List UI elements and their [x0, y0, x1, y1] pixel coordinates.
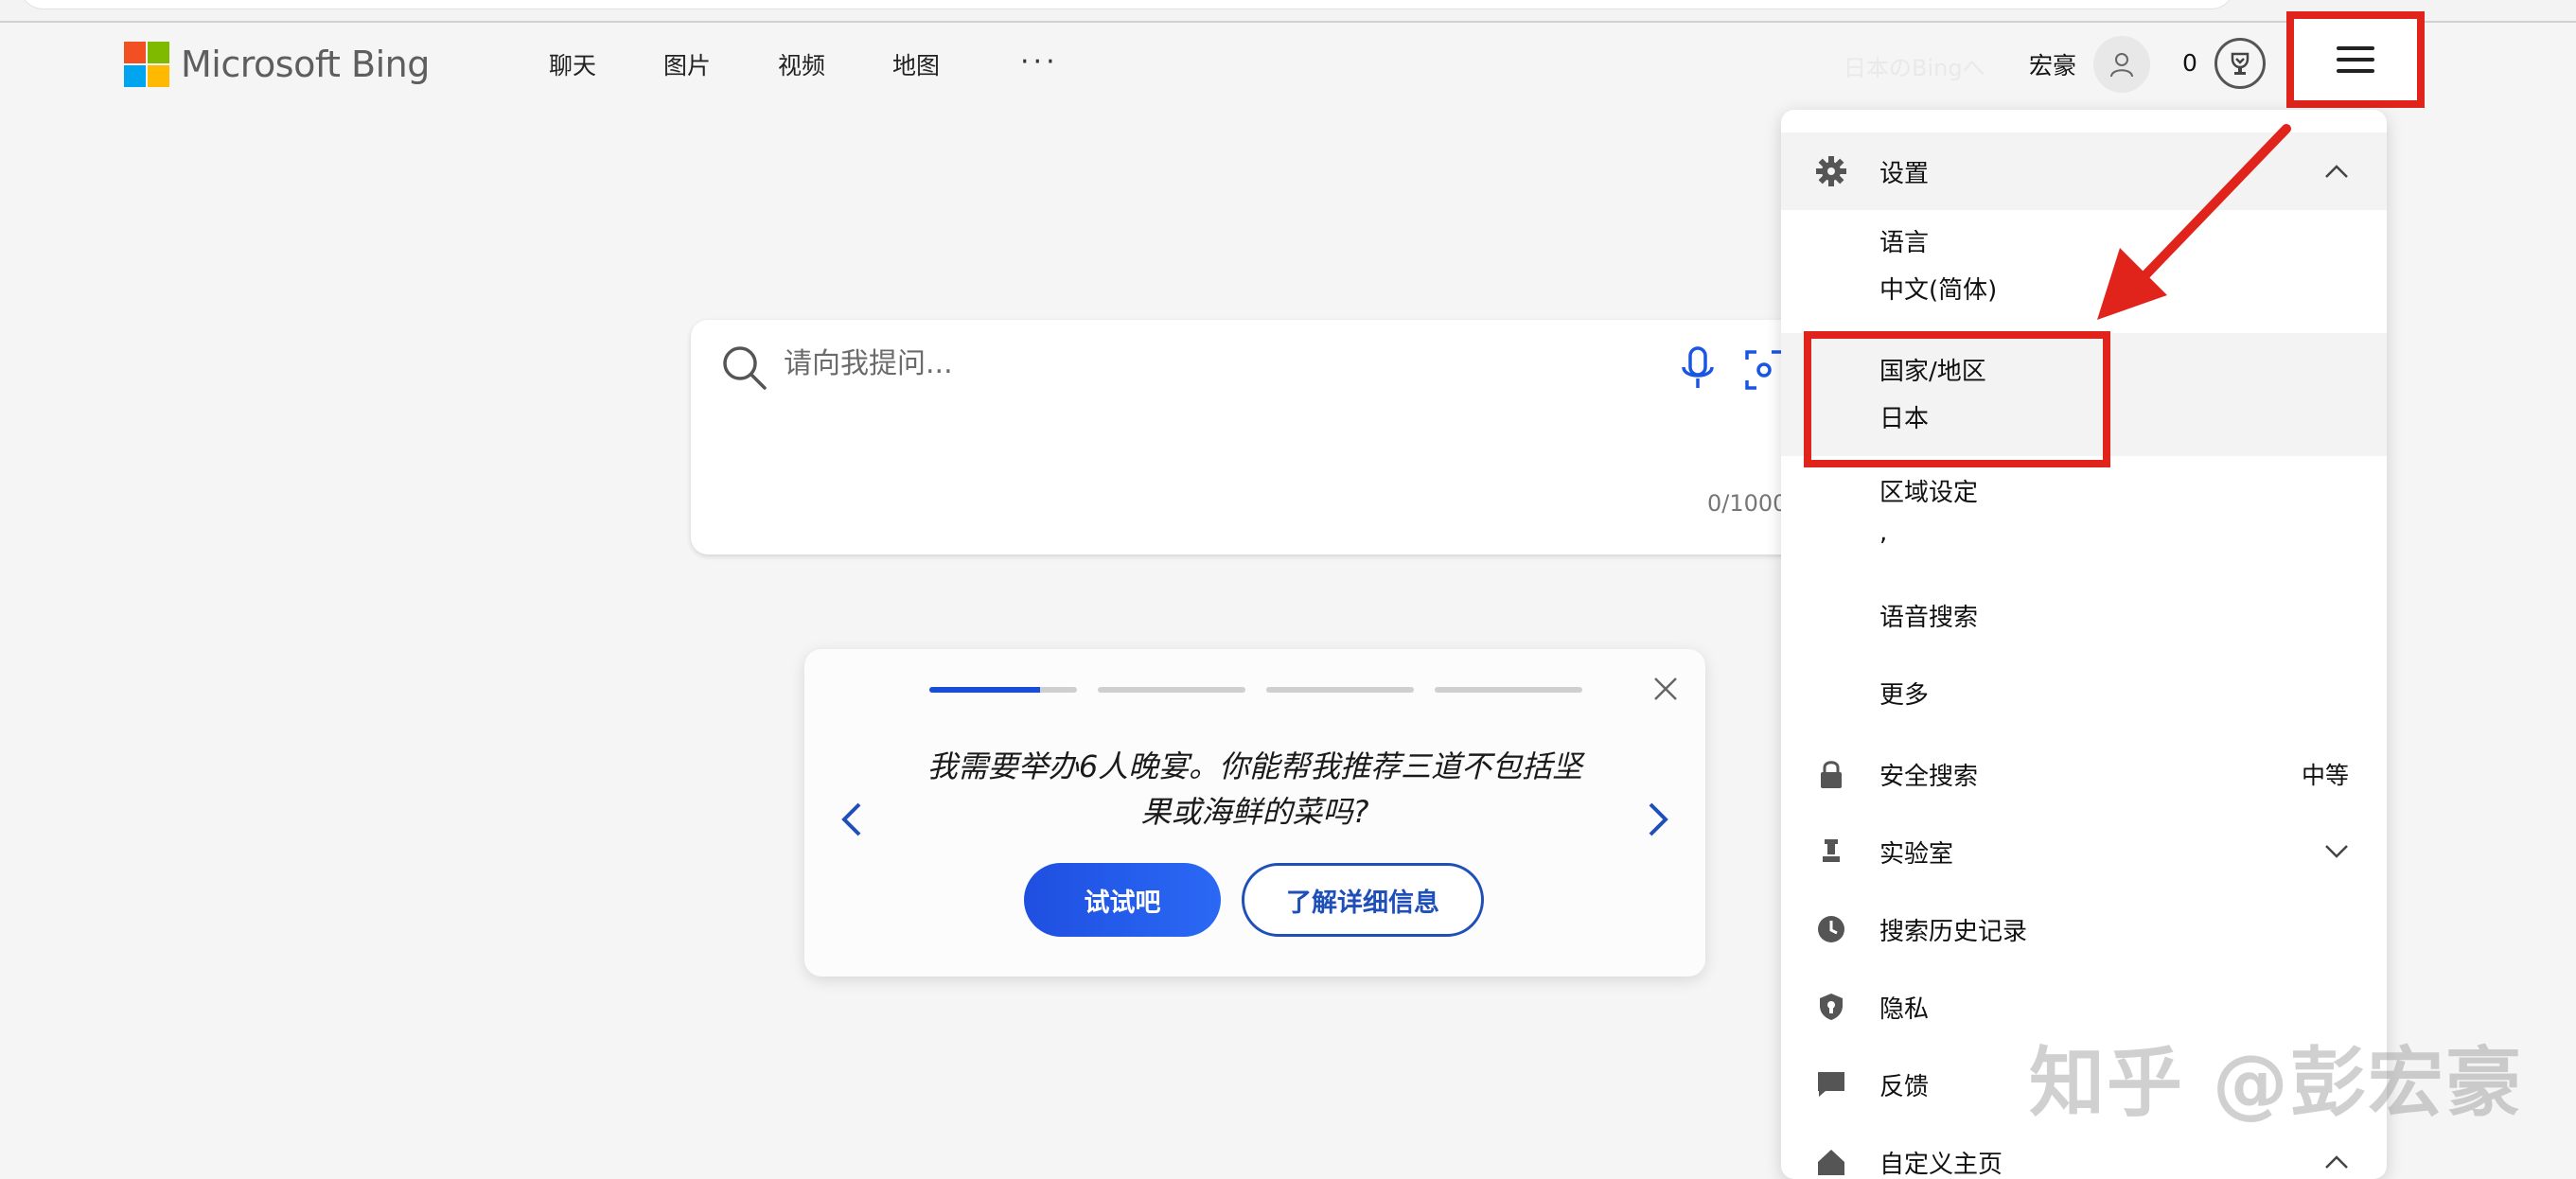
- home-icon: [1815, 1146, 1847, 1178]
- feedback-icon: [1815, 1068, 1847, 1100]
- suggestion-prompt: 我需要举办6人晚宴。你能帮我推荐三道不包括坚果或海鲜的菜吗?: [918, 744, 1592, 835]
- privacy-label: 隐私: [1879, 990, 1929, 1025]
- clock-icon: [1815, 913, 1847, 945]
- labs-item[interactable]: 实验室: [1781, 823, 2387, 880]
- safe-search-label: 安全搜索: [1879, 757, 1978, 792]
- language-value: 中文(简体): [1879, 267, 1997, 314]
- shield-icon: [1815, 991, 1847, 1023]
- rewards-trophy-icon[interactable]: [2214, 38, 2266, 89]
- watermark: 知乎 @彭宏豪: [2029, 1022, 2523, 1132]
- suggestion-card: 我需要举办6人晚宴。你能帮我推荐三道不包括坚果或海鲜的菜吗? 试试吧 了解详细信…: [804, 649, 1705, 977]
- language-setting[interactable]: 语言 中文(简体): [1781, 220, 2387, 324]
- annotation-highlight-box: [1804, 331, 2110, 467]
- feedback-label: 反馈: [1879, 1067, 1929, 1102]
- chevron-left-icon[interactable]: [840, 801, 863, 838]
- locale-value: ,: [1879, 509, 1887, 556]
- chevron-up-icon: [2324, 1154, 2349, 1170]
- menu-button[interactable]: [2286, 11, 2425, 108]
- nav-more-button[interactable]: ···: [1020, 45, 1059, 79]
- browser-top-strip: [0, 0, 2576, 23]
- settings-panel: 设置 语言 中文(简体) 国家/地区 日本 区域设定 , 语音搜索 更多 安全搜…: [1781, 110, 2387, 1179]
- progress-segment: [1266, 687, 1414, 693]
- search-icon: [719, 343, 770, 394]
- settings-label: 设置: [1879, 154, 1929, 189]
- hamburger-icon: [2337, 39, 2374, 80]
- microphone-icon[interactable]: [1677, 344, 1719, 396]
- gear-icon: [1815, 155, 1847, 187]
- avatar[interactable]: [2093, 36, 2150, 93]
- nav-images[interactable]: 图片: [663, 47, 711, 81]
- address-bar-edge: [19, 0, 2235, 9]
- search-history-label: 搜索历史记录: [1879, 912, 2027, 947]
- voice-search-item[interactable]: 语音搜索: [1879, 594, 1978, 642]
- region-link[interactable]: 日本のBingへ: [1844, 49, 1985, 82]
- bing-logo[interactable]: Microsoft Bing: [124, 42, 430, 87]
- nav-chat[interactable]: 聊天: [549, 47, 596, 81]
- safe-search-item[interactable]: 安全搜索 中等: [1781, 746, 2387, 802]
- search-input[interactable]: [782, 346, 1599, 381]
- customize-homepage-label: 自定义主页: [1879, 1145, 2003, 1179]
- progress-segment: [1435, 687, 1582, 693]
- nav-maps[interactable]: 地图: [892, 47, 940, 81]
- card-progress: [929, 687, 1603, 693]
- language-label: 语言: [1879, 220, 1929, 267]
- settings-header[interactable]: 设置: [1781, 132, 2387, 210]
- learn-more-button[interactable]: 了解详细信息: [1242, 863, 1484, 937]
- try-button[interactable]: 试试吧: [1024, 863, 1221, 937]
- labs-label: 实验室: [1879, 835, 1953, 870]
- username[interactable]: 宏豪: [2029, 47, 2076, 81]
- customize-homepage-item[interactable]: 自定义主页: [1781, 1134, 2387, 1179]
- lock-icon: [1815, 758, 1847, 790]
- progress-segment: [929, 687, 1077, 693]
- chevron-up-icon: [2324, 164, 2349, 179]
- nav-videos[interactable]: 视频: [778, 47, 825, 81]
- progress-segment: [1098, 687, 1245, 693]
- visual-search-icon[interactable]: [1743, 346, 1781, 394]
- chevron-right-icon[interactable]: [1647, 801, 1669, 838]
- labs-icon: [1815, 836, 1847, 868]
- char-count: 0/1000: [1707, 490, 1787, 517]
- microsoft-logo-icon: [124, 42, 169, 87]
- chevron-down-icon: [2324, 844, 2349, 859]
- top-nav: 聊天 图片 视频 地图: [549, 47, 1007, 81]
- search-history-item[interactable]: 搜索历史记录: [1781, 901, 2387, 958]
- more-settings-item[interactable]: 更多: [1879, 672, 1929, 719]
- safe-search-value: 中等: [2302, 757, 2349, 791]
- locale-label: 区域设定: [1879, 469, 1978, 517]
- locale-setting[interactable]: 区域设定 ,: [1781, 469, 2387, 573]
- search-box: 0/1000: [691, 320, 1808, 554]
- rewards-points: 0: [2182, 49, 2197, 77]
- logo-text: Microsoft Bing: [181, 44, 430, 85]
- close-icon[interactable]: [1652, 676, 1679, 702]
- user-icon: [2108, 50, 2136, 79]
